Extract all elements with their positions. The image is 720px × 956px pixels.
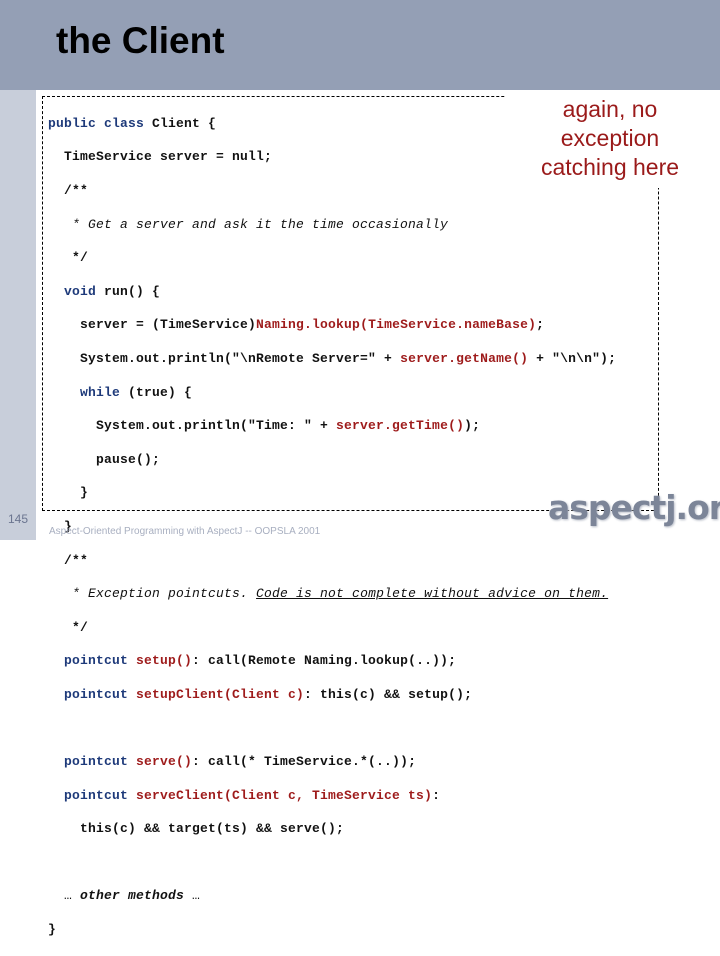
code-text: : this(c) && setup(); (304, 686, 473, 702)
code-text: Client { (144, 115, 217, 131)
code-highlight: server.getName() (400, 350, 529, 366)
code-line: pointcut serve(): call(* TimeService.*(.… (48, 754, 616, 771)
code-italic: other methods (80, 888, 185, 904)
slide-number: 145 (7, 512, 29, 526)
code-highlight: setup() (128, 653, 193, 669)
code-line: … other methods … (48, 888, 616, 905)
code-comment: * Exception pointcuts. Code is not compl… (48, 586, 616, 603)
code-text: run() { (96, 283, 161, 299)
slide-title: the Client (56, 20, 225, 61)
code-highlight: server.getTime() (336, 418, 465, 434)
code-line: System.out.println("\nRemote Server=" + … (48, 351, 616, 368)
aspectj-logo: aspectj.org (548, 488, 720, 527)
code-keyword: void (48, 283, 97, 299)
code-text: ; (536, 317, 545, 333)
code-highlight: Naming.lookup(TimeService.nameBase) (256, 317, 537, 333)
code-text: server = (TimeService) (48, 317, 257, 333)
code-text: : (432, 787, 441, 803)
code-line: /** (48, 552, 89, 568)
callout-line: exception (560, 125, 660, 151)
code-text: System.out.println("\nRemote Server=" + (48, 350, 401, 366)
callout-line: again, no (562, 96, 658, 122)
code-comment-text: * Exception pointcuts. (48, 586, 257, 602)
code-line: } (48, 922, 57, 938)
code-text: System.out.println("Time: " + (48, 418, 337, 434)
code-text: : call(Remote Naming.lookup(..)); (192, 653, 457, 669)
code-keyword: while (48, 384, 121, 400)
code-line: } (48, 485, 89, 501)
slide-footer: Aspect-Oriented Programming with AspectJ… (49, 526, 321, 537)
code-keyword: pointcut (48, 653, 129, 669)
code-keyword: pointcut (48, 754, 129, 770)
code-line: this(c) && target(ts) && serve(); (48, 821, 345, 837)
code-text: ); (464, 418, 481, 434)
callout-note: again, no exception catching here (505, 95, 715, 182)
code-line: */ (48, 250, 89, 266)
code-text: … (184, 888, 201, 904)
code-keyword: pointcut (48, 787, 129, 803)
code-comment-underlined: Code is not complete without advice on t… (256, 586, 609, 602)
code-text: : call(* TimeService.*(..)); (192, 754, 417, 770)
code-keyword: pointcut (48, 686, 129, 702)
code-comment: * Get a server and ask it the time occas… (48, 216, 449, 232)
code-highlight: serveClient(Client c, TimeService ts) (128, 787, 433, 803)
code-keyword: public class (48, 115, 145, 131)
code-line: while (true) { (48, 385, 616, 402)
code-line: */ (48, 619, 89, 635)
code-line: pointcut serveClient(Client c, TimeServi… (48, 788, 616, 805)
code-highlight: setupClient(Client c) (128, 686, 305, 702)
code-text: + "\n\n"); (528, 350, 617, 366)
code-line: pointcut setup(): call(Remote Naming.loo… (48, 653, 616, 670)
code-line: pointcut setupClient(Client c): this(c) … (48, 687, 616, 704)
code-line: System.out.println("Time: " + server.get… (48, 418, 616, 435)
code-line: void run() { (48, 284, 616, 301)
code-text: … (48, 888, 81, 904)
code-line: server = (TimeService)Naming.lookup(Time… (48, 317, 616, 334)
code-highlight: serve() (128, 754, 193, 770)
code-text: (true) { (120, 384, 193, 400)
callout-line: catching here (540, 154, 680, 180)
slide-sidebar (0, 90, 36, 540)
code-line: pause(); (48, 451, 161, 467)
